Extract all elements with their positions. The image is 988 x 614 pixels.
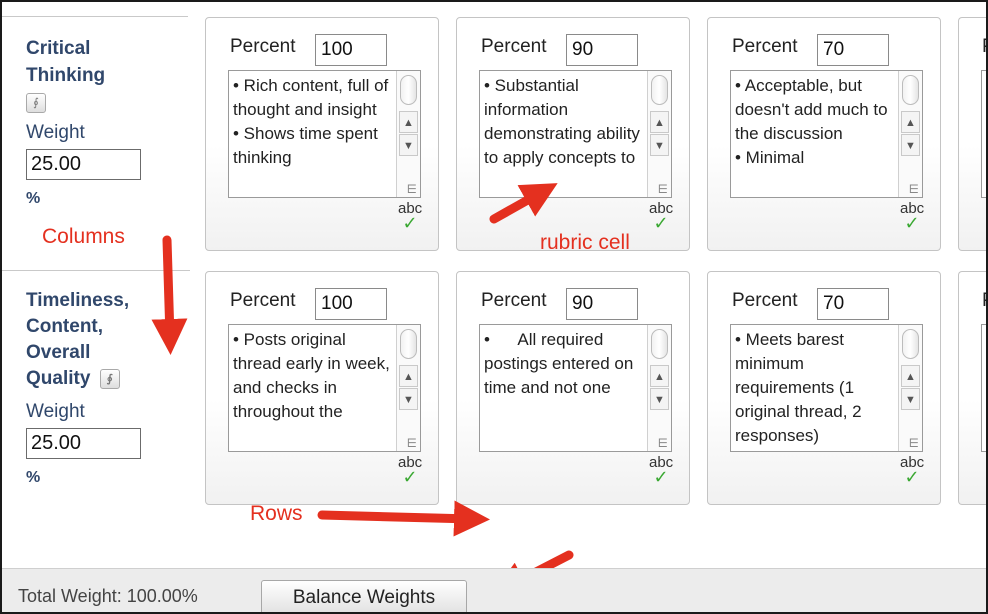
description-text: • Substantial information demonstrating … xyxy=(484,76,645,167)
footer-bar: Total Weight: 100.00% Balance Weights xyxy=(2,568,986,612)
description-text: • Posts original thread early in week, a… xyxy=(233,330,395,421)
description-text: • Rich content, full of thought and insi… xyxy=(233,76,389,167)
rubric-cell-partial: P xyxy=(958,17,986,251)
resize-grip-icon[interactable]: ⋿ xyxy=(909,437,919,449)
criterion-title: Critical Thinking xyxy=(26,38,106,86)
description-textarea[interactable] xyxy=(981,324,986,452)
percent-label: Percent xyxy=(481,290,547,311)
description-text: • Acceptable, but doesn't add much to th… xyxy=(735,76,888,167)
percent-label: P xyxy=(982,36,986,58)
scrollbar[interactable]: ▲ ▼ xyxy=(647,71,671,197)
percent-label: Percent xyxy=(732,290,798,311)
criterion-title: Timeliness, Content, Overall Quality ∮ xyxy=(26,290,130,389)
spellcheck-icon[interactable]: abc ✓ xyxy=(649,455,673,486)
weight-input[interactable] xyxy=(26,149,141,180)
resize-grip-icon[interactable]: ⋿ xyxy=(407,437,417,449)
rubric-cell: Percent • Acceptable, but doesn't add mu… xyxy=(707,17,941,251)
spellcheck-icon[interactable]: abc ✓ xyxy=(398,455,422,486)
percent-input[interactable] xyxy=(566,34,638,66)
rubric-cell: Percent • Meets barest minimum requireme… xyxy=(707,271,941,505)
scrollbar[interactable]: ▲ ▼ xyxy=(396,325,420,451)
rubric-cell: Percent • All required postings entered … xyxy=(456,271,690,505)
percent-input[interactable] xyxy=(315,34,387,66)
scroll-thumb[interactable] xyxy=(651,329,668,359)
percent-label: Percent xyxy=(732,36,798,57)
rubric-cell-partial: P xyxy=(958,271,986,505)
rubric-editor: Critical Thinking ∮ Weight % Timeliness,… xyxy=(0,0,988,614)
resize-grip-icon[interactable]: ⋿ xyxy=(658,183,668,195)
percent-input[interactable] xyxy=(817,288,889,320)
double-chevron-down-icon[interactable]: ∮ xyxy=(26,93,46,113)
scroll-up-arrow-icon[interactable]: ▲ xyxy=(399,111,418,133)
scroll-down-arrow-icon[interactable]: ▼ xyxy=(650,134,669,156)
scroll-down-arrow-icon[interactable]: ▼ xyxy=(901,388,920,410)
scroll-down-arrow-icon[interactable]: ▼ xyxy=(901,134,920,156)
spellcheck-icon[interactable]: abc ✓ xyxy=(398,201,422,232)
resize-grip-icon[interactable]: ⋿ xyxy=(909,183,919,195)
balance-weights-button[interactable]: Balance Weights xyxy=(261,580,467,612)
scroll-thumb[interactable] xyxy=(902,75,919,105)
resize-grip-icon[interactable]: ⋿ xyxy=(658,437,668,449)
weight-label: Weight xyxy=(26,401,85,422)
scroll-thumb[interactable] xyxy=(651,75,668,105)
scroll-down-arrow-icon[interactable]: ▼ xyxy=(650,388,669,410)
description-textarea[interactable]: • Rich content, full of thought and insi… xyxy=(228,70,421,198)
percent-input[interactable] xyxy=(817,34,889,66)
row-divider-top xyxy=(2,16,188,17)
rubric-cell: Percent • Posts original thread early in… xyxy=(205,271,439,505)
percent-input[interactable] xyxy=(566,288,638,320)
annotation-columns: Columns xyxy=(42,225,125,248)
description-textarea[interactable]: • Acceptable, but doesn't add much to th… xyxy=(730,70,923,198)
scroll-up-arrow-icon[interactable]: ▲ xyxy=(650,111,669,133)
scrollbar[interactable]: ▲ ▼ xyxy=(647,325,671,451)
percent-sign: % xyxy=(26,469,41,486)
scroll-up-arrow-icon[interactable]: ▲ xyxy=(901,111,920,133)
scrollbar[interactable]: ▲ ▼ xyxy=(898,325,922,451)
criterion-critical-thinking: Critical Thinking ∮ Weight % xyxy=(26,35,176,208)
scrollbar[interactable]: ▲ ▼ xyxy=(396,71,420,197)
percent-label: Percent xyxy=(230,290,296,311)
scroll-thumb[interactable] xyxy=(902,329,919,359)
rubric-cell: Percent • Rich content, full of thought … xyxy=(205,17,439,251)
resize-grip-icon[interactable]: ⋿ xyxy=(407,183,417,195)
scroll-up-arrow-icon[interactable]: ▲ xyxy=(650,365,669,387)
percent-sign: % xyxy=(26,190,41,207)
percent-label: P xyxy=(982,290,986,312)
row-divider-middle xyxy=(2,270,190,271)
scroll-up-arrow-icon[interactable]: ▲ xyxy=(901,365,920,387)
annotation-rubric-cell: rubric cell xyxy=(540,231,630,254)
weight-label: Weight xyxy=(26,122,85,143)
description-textarea[interactable]: • Substantial information demonstrating … xyxy=(479,70,672,198)
weight-input[interactable] xyxy=(26,428,141,459)
description-textarea[interactable]: • Posts original thread early in week, a… xyxy=(228,324,421,452)
double-chevron-down-icon[interactable]: ∮ xyxy=(99,368,120,389)
description-textarea[interactable]: • All required postings entered on time … xyxy=(479,324,672,452)
spellcheck-icon[interactable]: abc ✓ xyxy=(900,201,924,232)
description-textarea[interactable] xyxy=(981,70,986,198)
total-weight-label: Total Weight: 100.00% xyxy=(18,586,198,606)
scroll-down-arrow-icon[interactable]: ▼ xyxy=(399,134,418,156)
rubric-cell: Percent • Substantial information demons… xyxy=(456,17,690,251)
percent-label: Percent xyxy=(230,36,296,57)
annotation-rows: Rows xyxy=(250,502,303,525)
spellcheck-icon[interactable]: abc ✓ xyxy=(900,455,924,486)
arrow-rows xyxy=(317,500,490,537)
scrollbar[interactable]: ▲ ▼ xyxy=(898,71,922,197)
scroll-thumb[interactable] xyxy=(400,329,417,359)
spellcheck-icon[interactable]: abc ✓ xyxy=(649,201,673,232)
description-text: • All required postings entered on time … xyxy=(484,330,639,397)
percent-label: Percent xyxy=(481,36,547,57)
scroll-up-arrow-icon[interactable]: ▲ xyxy=(399,365,418,387)
criterion-timeliness: Timeliness, Content, Overall Quality ∮ W… xyxy=(26,288,176,487)
scroll-thumb[interactable] xyxy=(400,75,417,105)
description-text: • Meets barest minimum requirements (1 o… xyxy=(735,330,867,445)
percent-input[interactable] xyxy=(315,288,387,320)
scroll-down-arrow-icon[interactable]: ▼ xyxy=(399,388,418,410)
description-textarea[interactable]: • Meets barest minimum requirements (1 o… xyxy=(730,324,923,452)
